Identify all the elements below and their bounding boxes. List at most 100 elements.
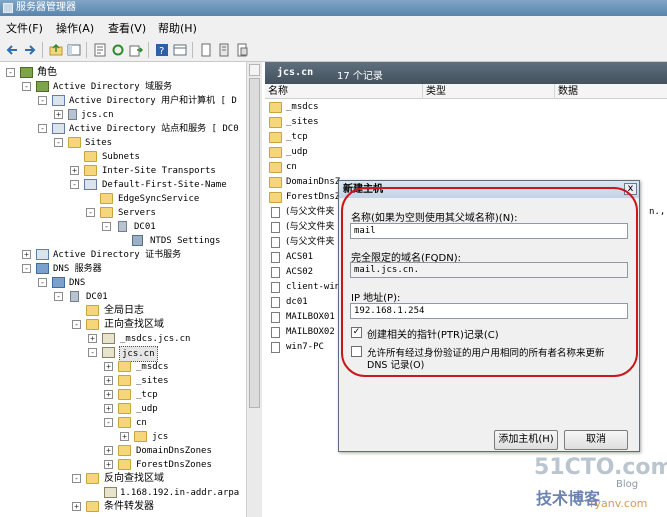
folder-icon: [118, 389, 131, 400]
collapse-icon[interactable]: -: [54, 292, 63, 301]
add-host-button[interactable]: 添加主机(H): [494, 430, 558, 450]
collapse-icon[interactable]: -: [72, 320, 81, 329]
new-record-icon[interactable]: [198, 42, 214, 58]
record-icon: [271, 312, 280, 323]
collapse-icon[interactable]: -: [38, 278, 47, 287]
collapse-icon[interactable]: -: [70, 180, 79, 189]
folder-icon: [134, 431, 147, 442]
folder-icon: [118, 445, 131, 456]
column-header: 名称 类型 数据: [265, 84, 667, 99]
folder-icon: [269, 192, 282, 203]
collapse-icon[interactable]: -: [38, 124, 47, 133]
folder-icon: [86, 501, 99, 512]
record-icon: [271, 222, 280, 233]
server-icon: [118, 221, 127, 232]
new-alias-icon[interactable]: [234, 42, 250, 58]
folder-icon: [86, 319, 99, 330]
collapse-icon[interactable]: -: [88, 348, 97, 357]
collapse-icon[interactable]: -: [72, 474, 81, 483]
expand-icon[interactable]: +: [104, 376, 113, 385]
forward-icon[interactable]: [22, 42, 38, 58]
collapse-icon[interactable]: -: [86, 208, 95, 217]
folder-icon: [68, 137, 81, 148]
up-icon[interactable]: [48, 42, 64, 58]
show-hide-tree-icon[interactable]: [66, 42, 82, 58]
back-icon[interactable]: [4, 42, 20, 58]
expand-icon[interactable]: +: [22, 250, 31, 259]
zone-icon: [104, 487, 117, 498]
help-icon[interactable]: ?: [154, 42, 170, 58]
scroll-up-arrow[interactable]: [249, 64, 260, 76]
collapse-icon[interactable]: -: [38, 96, 47, 105]
menu-action[interactable]: 操作(A): [56, 20, 94, 36]
column-name[interactable]: 名称: [265, 84, 423, 99]
watermark-blog: Blog: [616, 479, 639, 490]
domain-icon: [68, 109, 77, 120]
scroll-thumb[interactable]: [249, 78, 260, 408]
collapse-icon[interactable]: -: [22, 82, 31, 91]
record-icon: [271, 297, 280, 308]
expand-icon[interactable]: +: [72, 502, 81, 511]
menu-file[interactable]: 文件(F): [6, 20, 43, 36]
folder-icon: [269, 147, 282, 158]
folder-icon: [100, 207, 113, 218]
expand-icon[interactable]: +: [70, 166, 79, 175]
expand-icon[interactable]: +: [104, 404, 113, 413]
window-title-bar: 服务器管理器: [0, 0, 667, 16]
watermark-site: 51CTO.com: [534, 455, 667, 480]
folder-icon: [269, 117, 282, 128]
menu-help[interactable]: 帮助(H): [158, 20, 197, 36]
folder-icon: [118, 361, 131, 372]
certificate-icon: [36, 249, 49, 260]
zone-icon: [102, 347, 115, 358]
record-icon: [271, 252, 280, 263]
column-type[interactable]: 类型: [423, 84, 555, 99]
folder-icon: [269, 132, 282, 143]
folder-icon: [269, 162, 282, 173]
folder-icon: [86, 473, 99, 484]
menu-view[interactable]: 查看(V): [108, 20, 146, 36]
record-icon: [271, 207, 280, 218]
record-icon: [271, 282, 280, 293]
expand-icon[interactable]: +: [104, 460, 113, 469]
settings-icon: [132, 235, 143, 246]
folder-icon: [118, 403, 131, 414]
site-icon: [84, 179, 97, 190]
expand-icon[interactable]: +: [104, 390, 113, 399]
properties-icon[interactable]: [92, 42, 108, 58]
expand-icon[interactable]: +: [54, 110, 63, 119]
zone-icon: [102, 333, 115, 344]
column-data[interactable]: 数据: [555, 84, 667, 99]
folder-icon: [269, 102, 282, 113]
expand-icon[interactable]: +: [120, 432, 129, 441]
folder-icon: [269, 177, 282, 188]
dns-icon: [52, 277, 65, 288]
new-host-icon[interactable]: [216, 42, 232, 58]
dns-server-icon: [36, 263, 49, 274]
collapse-icon[interactable]: -: [6, 68, 15, 77]
record-icon: [271, 327, 280, 338]
collapse-icon[interactable]: -: [102, 222, 111, 231]
menu-bar: 文件(F) 操作(A) 查看(V) 帮助(H): [0, 16, 667, 38]
record-icon: [271, 342, 280, 353]
expand-icon[interactable]: +: [88, 334, 97, 343]
window-title: 服务器管理器: [16, 2, 76, 13]
export-icon[interactable]: [128, 42, 144, 58]
folder-icon: [118, 417, 131, 428]
ad-sites-icon: [52, 123, 65, 134]
server-icon: [70, 291, 79, 302]
refresh-icon[interactable]: [110, 42, 126, 58]
annotation-highlight-ring: [341, 187, 638, 377]
view-icon[interactable]: [172, 42, 188, 58]
collapse-icon[interactable]: -: [104, 418, 113, 427]
svg-text:?: ?: [159, 46, 164, 57]
tree-scrollbar[interactable]: [246, 62, 262, 517]
expand-icon[interactable]: +: [104, 362, 113, 371]
collapse-icon[interactable]: -: [22, 264, 31, 273]
folder-icon: [118, 459, 131, 470]
folder-icon: [84, 165, 97, 176]
results-header: jcs.cn 17 个记录: [265, 62, 667, 84]
cancel-button[interactable]: 取消: [564, 430, 628, 450]
collapse-icon[interactable]: -: [54, 138, 63, 147]
expand-icon[interactable]: +: [104, 446, 113, 455]
